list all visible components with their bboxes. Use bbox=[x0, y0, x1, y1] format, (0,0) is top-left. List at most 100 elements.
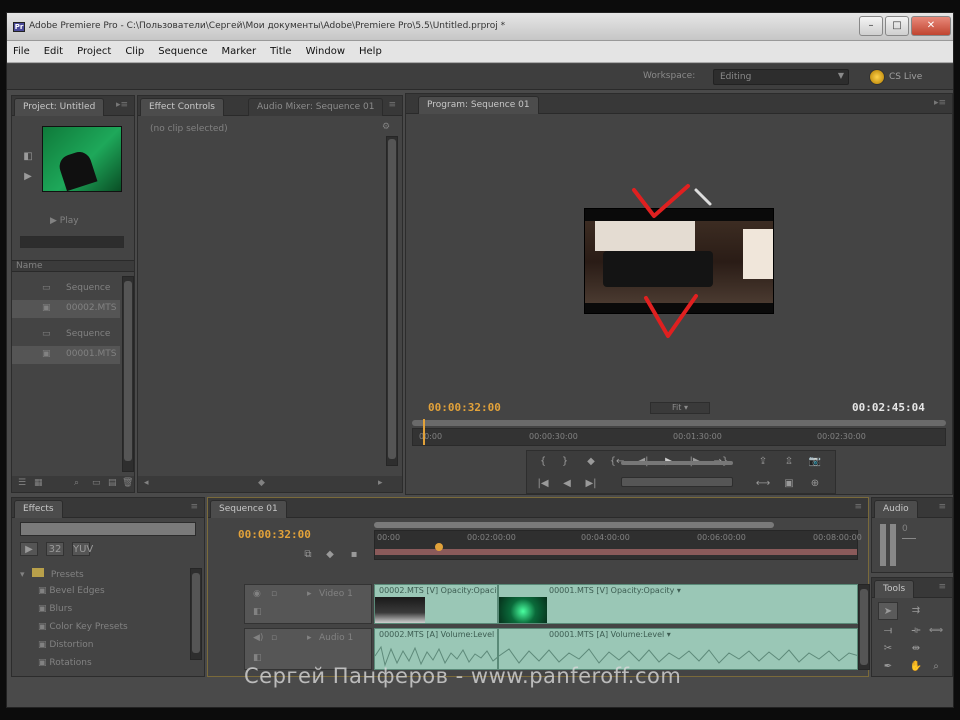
safe-margins-icon[interactable]: ▣ bbox=[779, 475, 799, 493]
list-item[interactable]: ▣ Color Key Presets bbox=[38, 622, 188, 640]
effects-search-input[interactable] bbox=[20, 522, 196, 536]
track-select-tool-icon[interactable]: ⇉ bbox=[906, 602, 926, 620]
hand-tool-icon[interactable]: ✋ bbox=[906, 658, 926, 676]
program-zoom-select[interactable]: Fit ▾ bbox=[650, 402, 710, 414]
list-item[interactable]: ▣ Rotations bbox=[38, 658, 188, 676]
thumbnail-play-icon[interactable]: ▶ bbox=[18, 168, 38, 186]
project-item[interactable]: ▭ Sequence bbox=[12, 326, 120, 344]
cs-live-button[interactable]: CS Live bbox=[869, 68, 922, 86]
project-search-input[interactable] bbox=[20, 236, 124, 248]
new-item-icon[interactable]: ▤ bbox=[108, 478, 117, 488]
selection-tool-icon[interactable]: ➤ bbox=[878, 602, 898, 620]
program-current-timecode[interactable]: 00:00:32:00 bbox=[428, 401, 501, 414]
project-item[interactable]: ▣ 00002.MTS bbox=[12, 300, 120, 318]
project-item[interactable]: ▭ Sequence bbox=[12, 280, 120, 298]
minimize-button[interactable]: – bbox=[859, 16, 883, 36]
menu-window[interactable]: Window bbox=[306, 46, 345, 57]
scrollbar-thumb[interactable] bbox=[860, 589, 868, 665]
panel-menu-icon[interactable]: ≡ bbox=[938, 502, 946, 512]
timeline-scrollbar[interactable] bbox=[858, 584, 870, 670]
rolling-edit-tool-icon[interactable]: ⟛ bbox=[906, 622, 926, 640]
add-marker-icon[interactable]: ◆ bbox=[581, 453, 601, 471]
zoom-tool-icon[interactable]: ⌕ bbox=[926, 658, 946, 676]
go-to-previous-edit-icon[interactable]: |◀ bbox=[533, 475, 553, 493]
workspace-select[interactable]: Editing ▼ bbox=[713, 69, 849, 85]
menu-edit[interactable]: Edit bbox=[44, 46, 63, 57]
keyframe-icon[interactable]: ◧ bbox=[253, 607, 262, 617]
effects-scrollbar[interactable] bbox=[190, 568, 202, 660]
set-marker-icon[interactable]: ◆ bbox=[320, 546, 340, 564]
program-ruler[interactable]: 00:00 00:00:30:00 00:01:30:00 00:02:30:0… bbox=[412, 419, 946, 446]
scrollbar-thumb[interactable] bbox=[124, 281, 132, 461]
panel-menu-icon[interactable]: ▸≡ bbox=[934, 98, 946, 108]
icon-view-icon[interactable]: ▦ bbox=[34, 478, 43, 488]
project-scrollbar[interactable] bbox=[122, 276, 134, 472]
expand-track-icon[interactable]: ▸ bbox=[307, 633, 312, 643]
keyframe-icon[interactable]: ◧ bbox=[253, 653, 262, 663]
rate-stretch-tool-icon[interactable]: ⟺ bbox=[926, 622, 946, 640]
find-icon[interactable]: ⌕ bbox=[74, 478, 79, 488]
yuv-effects-icon[interactable]: YUV bbox=[72, 542, 93, 556]
shuttle-back-icon[interactable]: ◀ bbox=[557, 475, 577, 493]
pen-tool-icon[interactable]: ✒ bbox=[878, 658, 898, 676]
settings-icon[interactable]: ⚙ bbox=[382, 122, 390, 132]
list-item[interactable]: ▣ Bevel Edges bbox=[38, 586, 188, 604]
lock-icon[interactable]: ▫ bbox=[271, 589, 277, 599]
mark-in-icon[interactable]: { bbox=[533, 453, 553, 471]
zoom-slider-handle[interactable]: ◆ bbox=[258, 478, 265, 488]
video-track-header[interactable]: ◉ ▫ ▸ Video 1 ◧ bbox=[244, 584, 372, 624]
mark-out-icon[interactable]: } bbox=[555, 453, 575, 471]
go-to-next-edit-icon[interactable]: ▶| bbox=[581, 475, 601, 493]
lock-icon[interactable]: ▫ bbox=[271, 633, 277, 643]
menu-sequence[interactable]: Sequence bbox=[158, 46, 207, 57]
output-icon[interactable]: ⊕ bbox=[805, 475, 825, 493]
panel-menu-icon[interactable]: ≡ bbox=[854, 502, 862, 512]
list-item[interactable]: ▣ Distortion bbox=[38, 640, 188, 658]
expand-track-icon[interactable]: ▸ bbox=[307, 589, 312, 599]
panel-menu-icon[interactable]: ▸≡ bbox=[116, 100, 128, 110]
slip-tool-icon[interactable]: ⇹ bbox=[906, 640, 926, 658]
timeline-zoom-bar[interactable] bbox=[374, 522, 774, 528]
tab-effects[interactable]: Effects bbox=[14, 500, 63, 518]
menu-project[interactable]: Project bbox=[77, 46, 111, 57]
video-clip[interactable]: 00002.MTS [V] Opacity:Opacity ▾ bbox=[374, 584, 498, 624]
video-clip[interactable]: 00001.MTS [V] Opacity:Opacity ▾ bbox=[498, 584, 858, 624]
effect-controls-scrollbar[interactable] bbox=[386, 136, 398, 466]
program-scrub-bar[interactable] bbox=[412, 420, 946, 426]
maximize-button[interactable]: □ bbox=[885, 16, 909, 36]
shuttle-slider[interactable] bbox=[621, 461, 733, 465]
timeline-ruler[interactable]: 00:00 00:02:00:00 00:04:00:00 00:06:00:0… bbox=[374, 530, 862, 560]
add-marker-icon[interactable]: ▪ bbox=[344, 546, 364, 564]
tab-audio-mixer[interactable]: Audio Mixer: Sequence 01 bbox=[248, 98, 384, 116]
poster-frame-icon[interactable]: ◧ bbox=[18, 148, 38, 166]
snap-icon[interactable]: ⧉ bbox=[298, 546, 318, 564]
list-item[interactable]: ▣ Blurs bbox=[38, 604, 188, 622]
32bit-effects-icon[interactable]: 32 bbox=[46, 542, 64, 556]
timeline-playhead-marker[interactable] bbox=[435, 543, 443, 551]
panel-menu-icon[interactable]: ≡ bbox=[388, 100, 396, 110]
menu-file[interactable]: File bbox=[13, 46, 30, 57]
program-playhead[interactable] bbox=[423, 419, 425, 445]
scrollbar-thumb[interactable] bbox=[192, 573, 200, 653]
menu-help[interactable]: Help bbox=[359, 46, 382, 57]
ripple-edit-tool-icon[interactable]: ⟞ bbox=[878, 622, 898, 640]
tab-tools[interactable]: Tools bbox=[874, 580, 915, 598]
zoom-slider-right-icon[interactable]: ▸ bbox=[378, 478, 383, 488]
tab-effect-controls[interactable]: Effect Controls bbox=[140, 98, 224, 116]
extract-icon[interactable]: ⇫ bbox=[779, 453, 799, 471]
name-column-header[interactable]: Name bbox=[16, 261, 43, 271]
menu-title[interactable]: Title bbox=[270, 46, 291, 57]
zoom-slider-left-icon[interactable]: ◂ bbox=[144, 478, 149, 488]
jog-wheel[interactable] bbox=[621, 477, 733, 487]
close-button[interactable]: ✕ bbox=[911, 16, 951, 36]
tab-audio[interactable]: Audio bbox=[874, 500, 918, 518]
scrollbar-thumb[interactable] bbox=[388, 139, 396, 459]
work-area-bar[interactable] bbox=[375, 549, 857, 555]
video-track-area[interactable]: 00002.MTS [V] Opacity:Opacity ▾ 00001.MT… bbox=[374, 584, 858, 624]
trash-icon[interactable]: 🗑 bbox=[122, 478, 133, 488]
speaker-icon[interactable]: ◀) bbox=[253, 633, 263, 643]
panel-menu-icon[interactable]: ≡ bbox=[190, 502, 198, 512]
new-bin-icon[interactable]: ▭ bbox=[92, 478, 101, 488]
project-item[interactable]: ▣ 00001.MTS bbox=[12, 346, 120, 364]
tab-program[interactable]: Program: Sequence 01 bbox=[418, 96, 539, 114]
